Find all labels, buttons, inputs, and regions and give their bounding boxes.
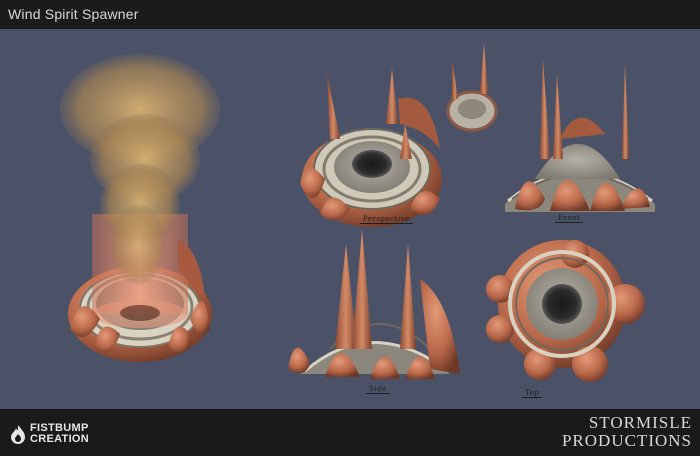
sheet-title: Wind Spirit Spawner xyxy=(8,6,139,22)
top-view-illustration xyxy=(486,240,645,382)
front-view-label: Front xyxy=(555,214,584,223)
title-bar: Wind Spirit Spawner xyxy=(0,0,700,29)
side-view-illustration xyxy=(288,229,460,379)
perspective-view-illustration xyxy=(300,69,442,227)
stormisle-line2: PRODUCTIONS xyxy=(561,431,692,450)
flame-icon xyxy=(11,425,25,444)
stormisle-line1: STORMISLE xyxy=(588,413,692,432)
tornado-spawner-illustration xyxy=(60,54,220,362)
front-view-illustration xyxy=(505,59,655,212)
fistbump-logo: FISTBUMP CREATION xyxy=(10,419,89,449)
artwork-canvas: Perspective Front Side Top xyxy=(0,29,700,409)
stormisle-logo: STORMISLE PRODUCTIONS xyxy=(562,414,692,450)
ring-detail-illustration xyxy=(446,43,498,132)
top-view-label: Top xyxy=(522,389,543,398)
concept-sheet: Wind Spirit Spawner Perspective Front Si… xyxy=(0,0,700,456)
branding-bar: FISTBUMP CREATION STORMISLE PRODUCTIONS xyxy=(0,409,700,456)
fistbump-line2: CREATION xyxy=(30,433,90,445)
perspective-view-label: Perspective xyxy=(360,215,413,224)
side-view-label: Side xyxy=(366,385,390,394)
artwork-illustrations xyxy=(60,43,655,382)
